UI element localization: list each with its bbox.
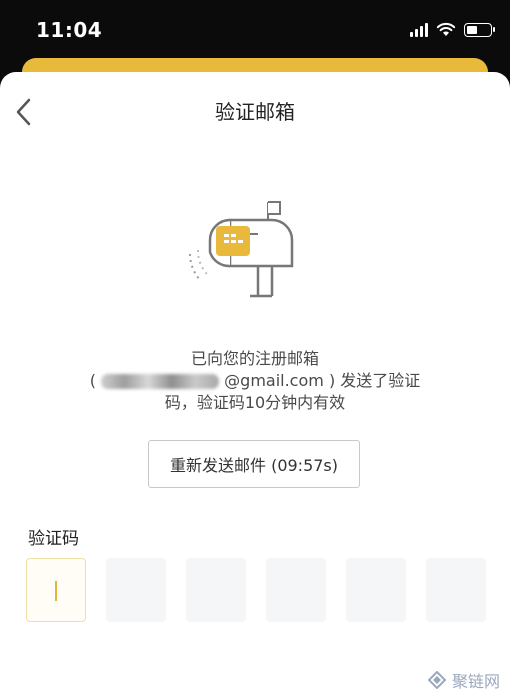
watermark: 聚链网	[427, 668, 500, 692]
code-digit-4[interactable]	[266, 558, 326, 622]
email-domain-text: @gmail.com ) 发送了验证	[224, 371, 421, 390]
code-digit-1[interactable]	[26, 558, 86, 622]
masked-email	[101, 374, 220, 389]
sent-message: 已向您的注册邮箱 ( @gmail.com ) 发送了验证 码，验证码10分钟内…	[60, 348, 450, 414]
status-icons	[410, 22, 495, 37]
code-digit-3[interactable]	[186, 558, 246, 622]
sent-message-line3: 码，验证码10分钟内有效	[164, 393, 346, 412]
code-digit-6[interactable]	[426, 558, 486, 622]
code-digit-2[interactable]	[106, 558, 166, 622]
resend-email-button[interactable]: 重新发送邮件 (09:57s)	[148, 440, 360, 488]
status-bar: 11:04	[0, 0, 510, 62]
mailbox-icon	[189, 201, 294, 298]
page-title: 验证邮箱	[215, 100, 295, 124]
verification-code-input	[26, 558, 486, 622]
email-open-paren: (	[89, 371, 96, 390]
watermark-text: 聚链网	[451, 672, 500, 691]
watermark-logo-icon	[427, 671, 446, 689]
status-time: 11:04	[36, 18, 103, 42]
cellular-signal-icon	[410, 22, 428, 37]
battery-icon	[464, 22, 495, 37]
text-cursor	[55, 581, 57, 601]
code-digit-5[interactable]	[346, 558, 406, 622]
verification-code-label: 验证码	[28, 529, 79, 549]
sent-message-line2: ( @gmail.com ) 发送了验证	[60, 370, 450, 392]
verify-email-card: 验证邮箱 已向您的注册邮箱 ( @gmail.com ) 发送了验证 码，验证码…	[0, 72, 510, 696]
wifi-icon	[436, 22, 456, 36]
sent-message-line1: 已向您的注册邮箱	[190, 349, 319, 368]
